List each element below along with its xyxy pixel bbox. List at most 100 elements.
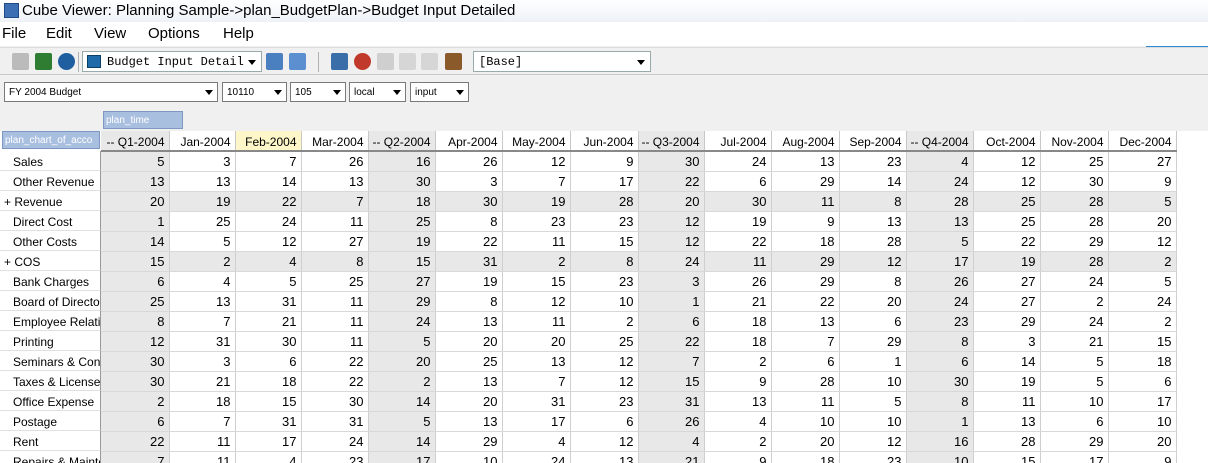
data-cell[interactable]: 26 (638, 411, 705, 432)
data-cell[interactable]: 5 (368, 331, 436, 352)
data-cell[interactable]: 12 (973, 171, 1041, 192)
stop-icon[interactable] (354, 53, 371, 70)
data-cell[interactable]: 6 (101, 411, 170, 432)
data-cell[interactable]: 7 (235, 151, 302, 172)
data-cell[interactable]: 24 (1108, 291, 1177, 312)
data-cell[interactable]: 12 (570, 351, 639, 372)
data-cell[interactable]: 30 (435, 191, 503, 212)
data-cell[interactable]: 23 (839, 151, 907, 172)
data-cell[interactable]: 2 (704, 351, 772, 372)
data-cell[interactable]: 5 (1108, 191, 1177, 212)
data-cell[interactable]: 30 (368, 171, 436, 192)
data-cell[interactable]: 7 (638, 351, 705, 372)
data-cell[interactable]: 13 (435, 371, 503, 392)
data-cell[interactable]: 12 (638, 231, 705, 252)
data-cell[interactable]: 8 (839, 271, 907, 292)
sandbox-icon[interactable] (377, 53, 394, 70)
data-cell[interactable]: 13 (435, 311, 503, 332)
data-cell[interactable]: 5 (1040, 351, 1109, 372)
menu-file[interactable]: File (2, 25, 26, 42)
data-cell[interactable]: 3 (973, 331, 1041, 352)
column-header[interactable]: Oct-2004 (973, 131, 1041, 152)
data-cell[interactable]: 14 (368, 391, 436, 412)
column-header[interactable]: Nov-2004 (1040, 131, 1109, 152)
row-header[interactable]: + Revenue (0, 191, 101, 211)
data-cell[interactable]: 24 (235, 211, 302, 232)
data-cell[interactable]: 1 (906, 411, 974, 432)
row-header[interactable]: Rent (0, 431, 101, 451)
data-cell[interactable]: 29 (771, 171, 840, 192)
data-cell[interactable]: 21 (235, 311, 302, 332)
data-cell[interactable]: 20 (502, 331, 571, 352)
data-cell[interactable]: 11 (301, 311, 369, 332)
data-cell[interactable]: 9 (704, 371, 772, 392)
data-cell[interactable]: 31 (638, 391, 705, 412)
data-cell[interactable]: 31 (235, 291, 302, 312)
data-cell[interactable]: 2 (704, 431, 772, 452)
grid-icon[interactable] (331, 53, 348, 70)
data-cell[interactable]: 17 (1040, 451, 1109, 463)
data-cell[interactable]: 30 (638, 151, 705, 172)
data-cell[interactable]: 23 (906, 311, 974, 332)
data-cell[interactable]: 15 (368, 251, 436, 272)
data-cell[interactable]: 29 (368, 291, 436, 312)
column-header[interactable]: Apr-2004 (435, 131, 503, 152)
row-header[interactable]: Seminars & Conf (0, 351, 101, 371)
menu-edit[interactable]: Edit (46, 25, 72, 42)
subset-selector[interactable]: [Base] (473, 51, 651, 72)
data-cell[interactable]: 23 (301, 451, 369, 463)
data-cell[interactable]: 10 (839, 371, 907, 392)
data-cell[interactable]: 28 (771, 371, 840, 392)
data-cell[interactable]: 12 (502, 291, 571, 312)
row-header[interactable]: Sales (0, 151, 101, 171)
data-cell[interactable]: 8 (570, 251, 639, 272)
column-header[interactable]: Sep-2004 (839, 131, 907, 152)
data-cell[interactable]: 2 (101, 391, 170, 412)
data-cell[interactable]: 4 (704, 411, 772, 432)
data-cell[interactable]: 20 (638, 191, 705, 212)
row-header[interactable]: Taxes & License (0, 371, 101, 391)
data-cell[interactable]: 25 (169, 211, 236, 232)
data-cell[interactable]: 10 (1108, 411, 1177, 432)
data-cell[interactable]: 3 (638, 271, 705, 292)
data-cell[interactable]: 2 (169, 251, 236, 272)
data-cell[interactable]: 24 (906, 291, 974, 312)
column-header[interactable]: Feb-2004 (235, 131, 302, 152)
data-cell[interactable]: 8 (435, 291, 503, 312)
data-cell[interactable]: 3 (435, 171, 503, 192)
data-cell[interactable]: 28 (1040, 191, 1109, 212)
data-cell[interactable]: 11 (704, 251, 772, 272)
data-cell[interactable]: 13 (839, 211, 907, 232)
data-cell[interactable]: 30 (1040, 171, 1109, 192)
data-cell[interactable]: 27 (1108, 151, 1177, 172)
data-cell[interactable]: 6 (1108, 371, 1177, 392)
data-cell[interactable]: 23 (570, 271, 639, 292)
data-cell[interactable]: 28 (906, 191, 974, 212)
data-cell[interactable]: 13 (973, 411, 1041, 432)
data-cell[interactable]: 9 (570, 151, 639, 172)
data-cell[interactable]: 27 (973, 271, 1041, 292)
data-cell[interactable]: 6 (1040, 411, 1109, 432)
data-cell[interactable]: 11 (771, 391, 840, 412)
data-cell[interactable]: 4 (235, 251, 302, 272)
data-cell[interactable]: 4 (906, 151, 974, 172)
data-cell[interactable]: 30 (704, 191, 772, 212)
data-cell[interactable]: 18 (169, 391, 236, 412)
data-cell[interactable]: 20 (435, 391, 503, 412)
row-header[interactable]: Board of Directo (0, 291, 101, 311)
data-cell[interactable]: 6 (771, 351, 840, 372)
data-cell[interactable]: 19 (973, 371, 1041, 392)
data-cell[interactable]: 22 (638, 171, 705, 192)
data-cell[interactable]: 6 (839, 311, 907, 332)
data-cell[interactable]: 12 (101, 331, 170, 352)
data-cell[interactable]: 20 (101, 191, 170, 212)
data-cell[interactable]: 23 (570, 211, 639, 232)
data-cell[interactable]: 1 (839, 351, 907, 372)
data-cell[interactable]: 25 (973, 211, 1041, 232)
data-cell[interactable]: 24 (906, 171, 974, 192)
data-cell[interactable]: 7 (169, 411, 236, 432)
data-cell[interactable]: 6 (101, 271, 170, 292)
data-cell[interactable]: 12 (973, 151, 1041, 172)
data-cell[interactable]: 11 (973, 391, 1041, 412)
data-cell[interactable]: 23 (502, 211, 571, 232)
